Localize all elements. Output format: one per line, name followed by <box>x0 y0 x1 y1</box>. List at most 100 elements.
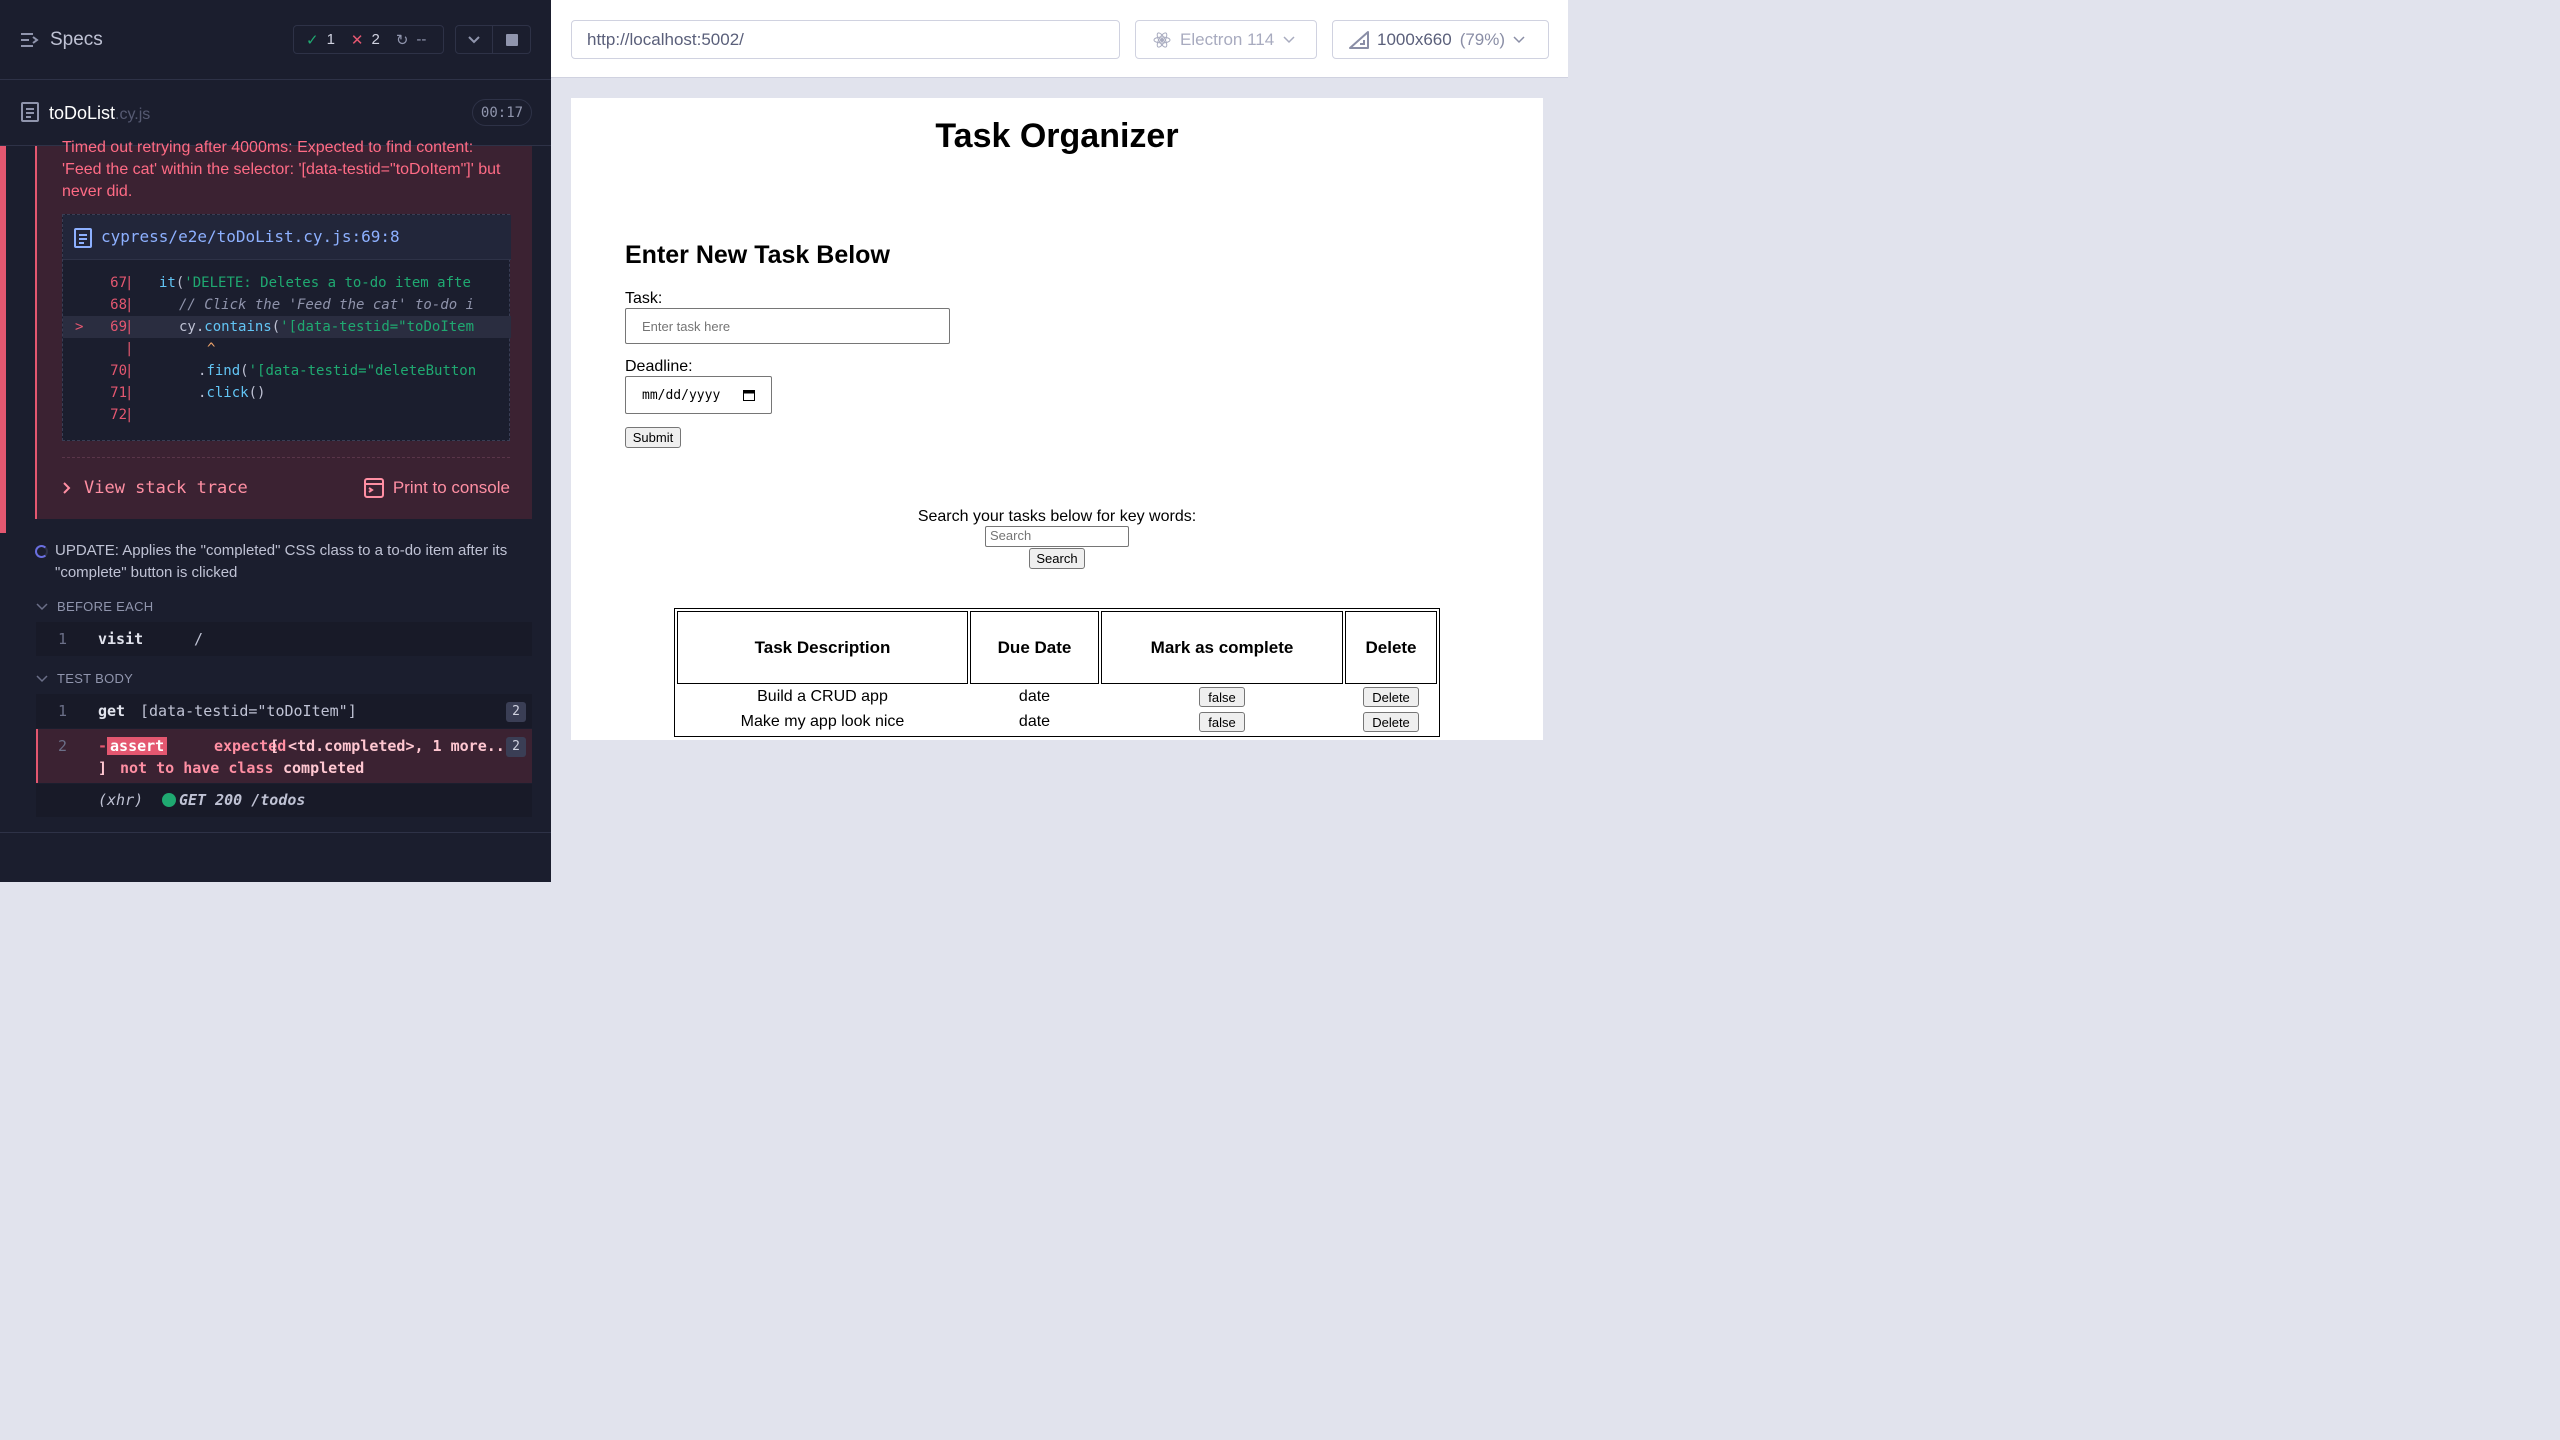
line-number: 70 <box>110 363 127 379</box>
print-to-console-button[interactable]: Print to console <box>363 478 510 498</box>
row-2-complete-cell: false <box>1101 711 1343 733</box>
line-number: 71 <box>110 385 127 401</box>
command-number: 2 <box>58 737 68 755</box>
code-line-highlighted: >69 | cy.contains('[data-testid="toDoItem <box>63 316 511 338</box>
code-frame-header[interactable]: cypress/e2e/toDoList.cy.js:69:8 <box>63 215 511 260</box>
viewport-scale: (79%) <box>1459 29 1506 49</box>
failed-count: 2 <box>371 31 380 48</box>
line-number: 72 <box>110 407 127 423</box>
assert-message-condition: not to have class <box>120 759 274 777</box>
chevron-down-icon <box>36 674 48 682</box>
before-each-label: BEFORE EACH <box>57 599 154 614</box>
command-number: 1 <box>58 630 68 648</box>
fail-x-icon: ✕ <box>350 31 364 49</box>
pending-count: -- <box>416 31 427 48</box>
pass-check-icon: ✓ <box>306 31 319 49</box>
line-number: 69 <box>110 319 127 335</box>
assert-message-close: ] <box>98 759 108 777</box>
line-number: 68 <box>110 297 127 313</box>
mark-complete-button[interactable]: false <box>1199 687 1245 707</box>
app-title: Task Organizer <box>935 117 1179 155</box>
row-1-due: date <box>1018 688 1051 705</box>
test-stats: ✓ 1 ✕ 2 ↻ -- <box>293 25 444 54</box>
document-icon <box>21 102 39 122</box>
code-frame: cypress/e2e/toDoList.cy.js:69:8 67 | it('D… <box>62 214 511 441</box>
chevron-down-icon <box>36 602 48 610</box>
specs-list-icon[interactable] <box>20 31 40 49</box>
chevron-down-icon <box>468 35 480 43</box>
before-each-header[interactable]: BEFORE EACH <box>36 599 153 614</box>
command-row-get[interactable]: 1 get [data-testid="toDoItem"] 2 <box>36 694 532 728</box>
deadline-date-input[interactable]: mm/dd/yyyy <box>625 376 772 414</box>
mark-complete-button[interactable]: false <box>1199 712 1245 732</box>
test-body-header[interactable]: TEST BODY <box>36 671 133 686</box>
app-under-test: Task Organizer Enter New Task Below Task… <box>571 98 1543 740</box>
failed-test-indicator <box>0 146 6 533</box>
row-1-description: Build a CRUD app <box>757 688 888 705</box>
error-actions: View stack trace Print to console <box>62 457 510 519</box>
tasks-table: Task Description Due Date Mark as comple… <box>674 608 1440 737</box>
search-button[interactable]: Search <box>1029 548 1085 569</box>
header-delete: Delete <box>1345 611 1437 684</box>
xhr-request: GET 200 /todos <box>179 791 305 809</box>
xhr-path: /todos <box>251 791 306 809</box>
command-log-panel: Specs ✓ 1 ✕ 2 ↻ -- toDoList.cy.js 00:17 Tim… <box>0 0 551 882</box>
document-icon <box>74 228 92 248</box>
toggle-auto-scroll-button[interactable] <box>455 25 493 54</box>
element-count-badge: 2 <box>506 737 526 757</box>
code-line: 67 | it('DELETE: Deletes a to-do item afte <box>63 272 511 294</box>
stack-trace-label: View stack trace <box>84 478 248 498</box>
submit-button[interactable]: Submit <box>625 427 681 448</box>
xhr-row[interactable]: (xhr) GET 200 /todos <box>36 784 532 817</box>
url-bar[interactable]: http://localhost:5002/ <box>571 20 1120 59</box>
delete-button[interactable]: Delete <box>1363 687 1419 707</box>
calendar-icon[interactable] <box>743 389 755 401</box>
date-placeholder: mm/dd/yyyy <box>642 387 721 403</box>
code-line: 70 | .find('[data-testid="deleteButton <box>63 360 511 382</box>
assert-label: assert <box>107 737 168 755</box>
view-stack-trace-button[interactable]: View stack trace <box>62 478 248 498</box>
command-row-assert-failed[interactable]: 2 - assert expected [ <td.completed>, 1 m… <box>36 729 532 783</box>
print-console-label: Print to console <box>392 478 510 497</box>
stop-icon <box>505 33 518 46</box>
pending-spinner-icon: ↻ <box>395 31 409 49</box>
header-task-description: Task Description <box>677 611 968 684</box>
spec-file-ext: .cy.js <box>115 106 151 123</box>
row-2-description: Make my app look nice <box>740 713 905 730</box>
task-input[interactable]: Enter task here <box>625 308 950 344</box>
code-file-link[interactable]: cypress/e2e/toDoList.cy.js:69:8 <box>101 227 400 246</box>
viewport-size: 1000x660 <box>1377 29 1452 49</box>
element-count-badge: 2 <box>506 702 526 722</box>
command-message: / <box>194 630 204 648</box>
spec-file-basename: toDoList <box>49 103 116 123</box>
xhr-status: 200 <box>215 791 243 809</box>
command-number: 1 <box>58 702 68 720</box>
task-label: Task: <box>625 290 663 307</box>
browser-toolbar: http://localhost:5002/ Electron 114 1000… <box>551 0 1568 78</box>
deadline-label: Deadline: <box>625 358 693 375</box>
search-label: Search your tasks below for key words: <box>917 508 1197 525</box>
assert-message-class: completed <box>283 759 365 777</box>
row-2-delete-cell: Delete <box>1345 711 1437 733</box>
viewport-selector[interactable]: 1000x660 (79%) <box>1332 20 1549 59</box>
browser-name: Electron 114 <box>1180 29 1275 49</box>
chevron-right-icon <box>63 482 71 494</box>
chevron-down-icon <box>1513 35 1525 43</box>
run-timer: 00:17 <box>472 99 532 126</box>
specs-title[interactable]: Specs <box>50 29 103 51</box>
browser-selector[interactable]: Electron 114 <box>1135 20 1317 59</box>
test-title[interactable]: UPDATE: Applies the "completed" CSS clas… <box>55 540 515 584</box>
assert-message-subject: [ <td.completed>, 1 more... <box>270 737 514 755</box>
code-line: 72 | <box>63 404 511 426</box>
header-due-date: Due Date <box>970 611 1099 684</box>
stop-button[interactable] <box>493 25 531 54</box>
electron-icon <box>1153 31 1171 48</box>
row-1-delete-cell: Delete <box>1345 686 1437 708</box>
passed-count: 1 <box>326 31 335 48</box>
terminal-icon <box>363 478 384 498</box>
code-line: 68 |// Click the 'Feed the cat' to-do i <box>63 294 511 316</box>
command-row-visit[interactable]: 1 visit / <box>36 622 532 656</box>
error-message: Timed out retrying after 4000ms: Expecte… <box>62 139 501 200</box>
delete-button[interactable]: Delete <box>1363 712 1419 732</box>
search-input[interactable]: Search <box>985 526 1129 547</box>
